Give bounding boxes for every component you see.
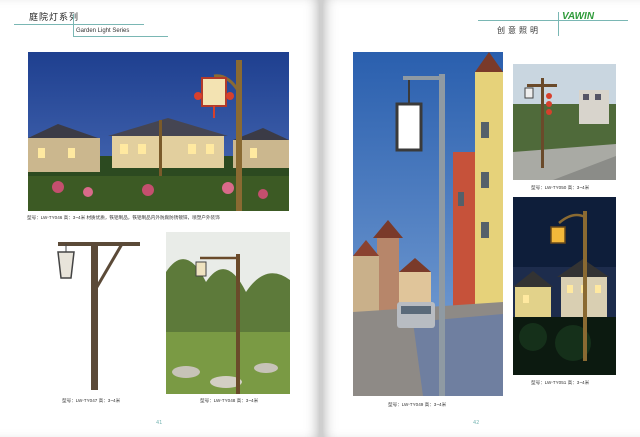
book-gutter — [319, 0, 323, 437]
header-rule-top — [14, 24, 144, 25]
caption-ty047: 型号：LW-TY047 高：3~4米 — [62, 398, 121, 403]
vawin-logo: VAWIN — [562, 11, 595, 22]
caption-ty050: 型号：LW-TY050 高：3~4米 — [531, 185, 590, 190]
caption-ty048: 型号：LW-TY048 高：3~4米 — [200, 398, 259, 403]
caption-main: 型号：LW-TY046 高：3~4米 材质优质，铁铝制品，铁铝制品内外防腐防锈镀… — [27, 215, 220, 220]
photo-lamp-ty047 — [52, 232, 147, 392]
caption-ty051: 型号：LW-TY051 高：3~4米 — [531, 380, 590, 385]
series-title-en: Garden Light Series — [76, 28, 130, 34]
header-rule-right — [478, 20, 628, 21]
photo-street-lamp-ty049 — [353, 52, 503, 396]
page-number-left: 41 — [156, 420, 163, 426]
header-rule-bottom — [73, 36, 168, 37]
page-number-right: 42 — [473, 420, 480, 426]
photo-lamp-ty051 — [513, 197, 616, 375]
caption-ty049: 型号：LW-TY049 高：3~4米 — [388, 402, 447, 407]
photo-lamp-ty048 — [166, 232, 290, 394]
header-rule-vertical — [73, 14, 74, 36]
photo-lamp-ty050 — [513, 64, 616, 180]
series-title-cn: 庭院灯系列 — [29, 13, 80, 23]
photo-villa-night-lamp — [28, 52, 289, 211]
brand-tagline-cn: 创意照明 — [497, 26, 541, 35]
header-rule-right-vertical — [558, 12, 559, 36]
